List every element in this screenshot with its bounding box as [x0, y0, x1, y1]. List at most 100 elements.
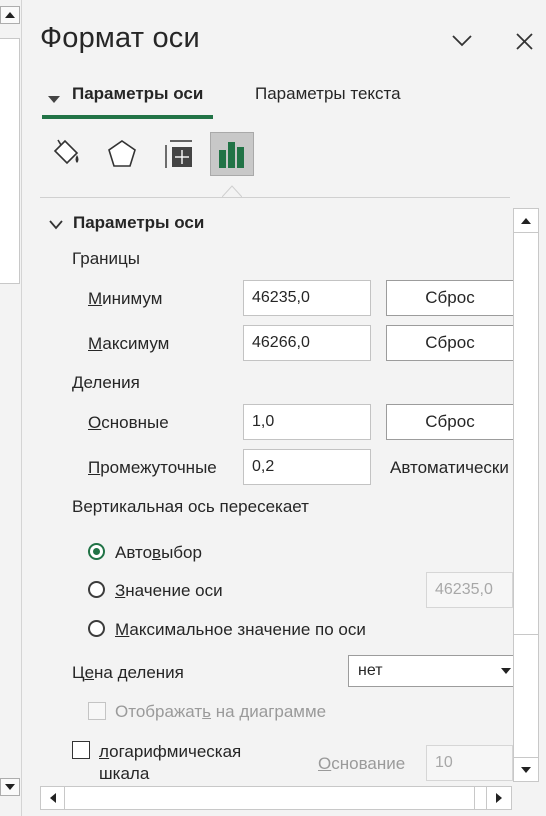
major-unit-reset-button[interactable]: Сброс	[386, 404, 514, 440]
display-units-text-pre: Ц	[72, 663, 85, 682]
display-units-text-post: на деления	[94, 663, 184, 682]
log-scale-checkbox[interactable]	[72, 741, 90, 759]
maximum-label-text: аксимум	[102, 334, 170, 353]
minor-unit-text: ромежуточные	[100, 458, 217, 477]
tab-axis-options[interactable]: Параметры оси	[72, 84, 203, 104]
log-base-input[interactable]: 10	[426, 745, 513, 781]
horizontal-scrollbar[interactable]	[40, 786, 512, 810]
show-display-units-label: Отображать на диаграмме	[115, 702, 326, 722]
crosses-max-text: аксимальное значение по оси	[129, 620, 366, 639]
crosses-auto-text-pre: Авто	[115, 543, 153, 562]
log-scale-line2: шкала	[99, 764, 150, 783]
crosses-max-radio[interactable]	[88, 620, 105, 637]
display-units-accesskey: е	[84, 663, 95, 682]
crosses-heading: Вертикальная ось пересекает	[72, 497, 309, 516]
scroll-thumb[interactable]	[514, 235, 538, 635]
selected-category-pointer	[221, 184, 243, 203]
size-properties-button[interactable]	[156, 132, 200, 176]
minor-unit-label: Промежуточные	[88, 458, 217, 478]
major-unit-label: Основные	[88, 413, 169, 433]
display-units-select[interactable]: нет	[348, 655, 514, 687]
close-pane-button[interactable]	[507, 24, 541, 58]
chevron-down-icon	[49, 220, 63, 230]
log-scale-line1: логарифмическая	[99, 741, 241, 763]
crosses-value-label[interactable]: Значение оси	[115, 581, 223, 601]
show-units-accesskey: ь	[202, 702, 212, 721]
background-scroll-up-button[interactable]	[0, 6, 20, 24]
units-heading: Деления	[72, 373, 140, 392]
crosses-value-input[interactable]: 46235,0	[426, 572, 513, 608]
bounds-heading: Границы	[72, 249, 140, 268]
triangle-right-icon	[496, 793, 502, 803]
major-unit-text: сновные	[101, 413, 169, 432]
minimum-label-accesskey: М	[88, 289, 103, 308]
section-title: Параметры оси	[73, 213, 205, 232]
minor-unit-accesskey: П	[88, 458, 101, 477]
pentagon-icon	[108, 140, 136, 167]
close-icon	[515, 32, 533, 50]
crosses-max-label[interactable]: Максимальное значение по оси	[115, 620, 366, 640]
crosses-auto-label[interactable]: Автовыбор	[115, 543, 202, 563]
pane-options-button[interactable]	[445, 24, 479, 58]
maximum-reset-button[interactable]: Сброс	[386, 325, 514, 361]
crosses-value-text: начение оси	[125, 581, 223, 600]
vertical-scrollbar[interactable]	[513, 208, 539, 782]
section-collapse-toggle[interactable]	[49, 217, 63, 235]
show-units-text-post: на диаграмме	[211, 702, 327, 721]
display-units-selected: нет	[358, 662, 383, 679]
triangle-left-icon	[49, 793, 56, 803]
show-display-units-checkbox[interactable]	[88, 702, 106, 720]
triangle-down-icon	[5, 784, 15, 790]
horizontal-scroll-thumb[interactable]	[67, 787, 475, 809]
paint-bucket-icon	[53, 139, 79, 165]
active-tab-indicator	[42, 115, 213, 119]
show-units-text-pre: Отображат	[115, 702, 203, 721]
major-unit-input[interactable]: 1,0	[243, 404, 371, 440]
minimum-label-text: инимум	[102, 289, 163, 308]
pointer-notch-icon	[221, 185, 243, 198]
log-base-label: Основание	[318, 754, 405, 774]
triangle-up-icon	[5, 12, 15, 18]
display-units-label: Цена деления	[72, 663, 184, 683]
log-scale-label: логарифмическая шкала	[99, 741, 241, 785]
log-base-accesskey: О	[318, 754, 332, 773]
major-unit-accesskey: О	[88, 413, 102, 432]
scroll-down-button[interactable]	[514, 757, 538, 781]
tab-text-options[interactable]: Параметры текста	[255, 84, 401, 104]
bar-chart-icon	[219, 142, 244, 168]
minor-unit-auto-label: Автоматически	[390, 458, 509, 477]
background-window-content	[0, 38, 20, 284]
fill-line-button[interactable]	[44, 132, 88, 176]
scroll-up-button[interactable]	[514, 209, 538, 233]
size-properties-icon	[165, 140, 192, 168]
crosses-max-accesskey: М	[115, 620, 130, 639]
triangle-up-icon	[521, 217, 531, 224]
minimum-label: Минимум	[88, 289, 162, 309]
background-scroll-down-button[interactable]	[0, 778, 20, 796]
chevron-down-icon	[452, 35, 472, 47]
section-separator	[40, 197, 510, 198]
minimum-reset-button[interactable]: Сброс	[386, 280, 514, 316]
scroll-right-button[interactable]	[486, 786, 512, 810]
dropdown-arrow-icon	[501, 668, 511, 674]
axis-options-button[interactable]	[210, 132, 254, 176]
log-scale-accesskey: л	[99, 742, 110, 761]
crosses-auto-text-post: ыбор	[161, 543, 202, 562]
pane-title: Формат оси	[40, 22, 200, 54]
maximum-input[interactable]: 46266,0	[243, 325, 371, 361]
crosses-auto-radio[interactable]	[88, 543, 105, 560]
minimum-input[interactable]: 46235,0	[243, 280, 371, 316]
maximum-label: Максимум	[88, 334, 169, 354]
tab-expand-triangle	[48, 91, 60, 109]
scroll-left-button[interactable]	[41, 787, 65, 809]
crosses-value-radio[interactable]	[88, 581, 105, 598]
log-scale-text: огарифмическая	[109, 742, 242, 761]
log-base-text: снование	[331, 754, 406, 773]
triangle-down-icon	[521, 766, 531, 773]
crosses-auto-accesskey: в	[152, 543, 162, 562]
triangle-down-icon	[48, 96, 60, 103]
minor-unit-input[interactable]: 0,2	[243, 449, 371, 485]
maximum-label-accesskey: М	[88, 334, 103, 353]
effects-button[interactable]	[100, 132, 144, 176]
crosses-value-accesskey: З	[115, 581, 126, 600]
